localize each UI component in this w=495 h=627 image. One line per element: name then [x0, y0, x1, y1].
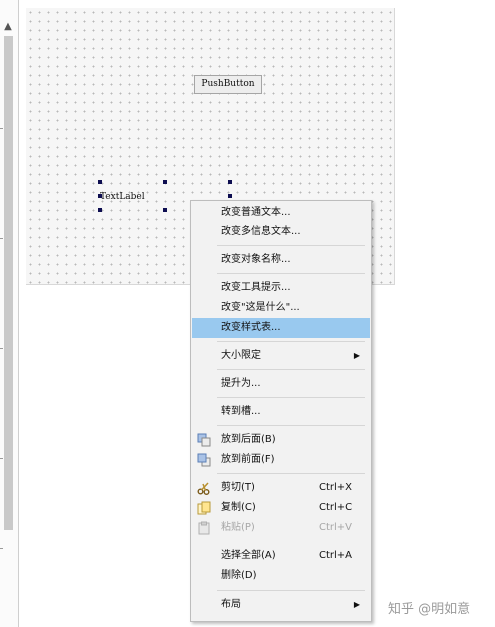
panel-tick: [0, 348, 3, 349]
left-panel-strip: ▲: [0, 0, 19, 627]
submenu-arrow-icon: ▶: [353, 600, 360, 609]
menu-item-change-rich-text[interactable]: 改变多信息文本...: [192, 222, 370, 242]
push-button-widget[interactable]: PushButton: [194, 75, 262, 94]
selection-handle-right[interactable]: [228, 194, 232, 198]
send-to-back-icon: [197, 433, 211, 447]
menu-item-delete[interactable]: 删除(D): [192, 566, 370, 586]
submenu-arrow-icon: ▶: [353, 351, 360, 360]
panel-tick: [0, 458, 3, 459]
menu-item-change-object-name[interactable]: 改变对象名称...: [192, 250, 370, 270]
panel-tick: [0, 238, 3, 239]
menu-item-label: 提升为...: [221, 378, 261, 389]
menu-item-paste[interactable]: 粘贴(P) Ctrl+V: [192, 518, 370, 538]
text-label-widget[interactable]: TextLabel: [100, 192, 145, 202]
menu-item-bring-to-front[interactable]: 放到前面(F): [192, 450, 370, 470]
menu-separator: [217, 245, 365, 246]
menu-item-copy[interactable]: 复制(C) Ctrl+C: [192, 498, 370, 518]
menu-item-size-constraints[interactable]: 大小限定 ▶: [192, 346, 370, 366]
cut-icon: [197, 482, 210, 495]
menu-item-shortcut: Ctrl+A: [319, 550, 353, 561]
menu-separator: [217, 473, 365, 474]
menu-item-label: 放到前面(F): [221, 454, 275, 465]
watermark: 知乎 @明如意: [388, 602, 471, 617]
menu-item-shortcut: Ctrl+V: [319, 522, 353, 533]
menu-item-label: 剪切(T): [221, 482, 255, 493]
menu-item-label: 改变对象名称...: [221, 254, 291, 265]
context-menu: 改变普通文本... 改变多信息文本... 改变对象名称... 改变工具提示...…: [190, 200, 372, 622]
menu-item-label: 改变工具提示...: [221, 282, 291, 293]
menu-item-label: 布局: [221, 599, 241, 610]
menu-item-label: 选择全部(A): [221, 550, 276, 561]
panel-tick: [0, 548, 3, 549]
menu-item-label: 转到槽...: [221, 406, 261, 417]
menu-separator: [217, 397, 365, 398]
menu-item-cut[interactable]: 剪切(T) Ctrl+X: [192, 478, 370, 498]
menu-item-promote-to[interactable]: 提升为...: [192, 374, 370, 394]
menu-separator: [217, 425, 365, 426]
selection-handle-top[interactable]: [163, 180, 167, 184]
scroll-up-arrow-icon[interactable]: ▲: [1, 20, 15, 34]
menu-item-layout[interactable]: 布局 ▶: [192, 595, 370, 615]
menu-item-send-to-back[interactable]: 放到后面(B): [192, 430, 370, 450]
menu-item-go-to-slot[interactable]: 转到槽...: [192, 402, 370, 422]
menu-item-label: 改变普通文本...: [221, 207, 291, 218]
vertical-scrollbar[interactable]: [4, 36, 13, 530]
menu-item-label: 大小限定: [221, 350, 261, 361]
menu-item-label: 改变样式表...: [221, 322, 281, 333]
menu-item-select-all[interactable]: 选择全部(A) Ctrl+A: [192, 546, 370, 566]
selection-handle-top-left[interactable]: [98, 180, 102, 184]
menu-separator: [217, 341, 365, 342]
menu-item-change-tooltip[interactable]: 改变工具提示...: [192, 278, 370, 298]
menu-separator: [217, 590, 365, 591]
bring-to-front-icon: [197, 453, 211, 467]
menu-item-label: 改变多信息文本...: [221, 226, 301, 237]
selection-handle-bottom[interactable]: [163, 208, 167, 212]
selection-handle-bottom-left[interactable]: [98, 208, 102, 212]
menu-item-change-whats-this[interactable]: 改变"这是什么"...: [192, 298, 370, 318]
menu-item-label: 复制(C): [221, 502, 256, 513]
menu-item-shortcut: Ctrl+C: [319, 502, 353, 513]
menu-separator: [217, 369, 365, 370]
panel-tick: [0, 128, 3, 129]
menu-item-label: 删除(D): [221, 570, 257, 581]
paste-icon: [198, 521, 210, 535]
selection-handle-top-right[interactable]: [228, 180, 232, 184]
copy-icon: [197, 501, 211, 515]
menu-item-label: 粘贴(P): [221, 522, 255, 533]
menu-separator: [217, 273, 365, 274]
menu-item-change-plain-text[interactable]: 改变普通文本...: [192, 203, 370, 223]
menu-item-change-stylesheet[interactable]: 改变样式表...: [192, 318, 370, 338]
menu-item-label: 放到后面(B): [221, 434, 276, 445]
selection-handle-left[interactable]: [98, 194, 102, 198]
menu-item-shortcut: Ctrl+X: [319, 482, 353, 493]
menu-item-label: 改变"这是什么"...: [221, 302, 300, 313]
